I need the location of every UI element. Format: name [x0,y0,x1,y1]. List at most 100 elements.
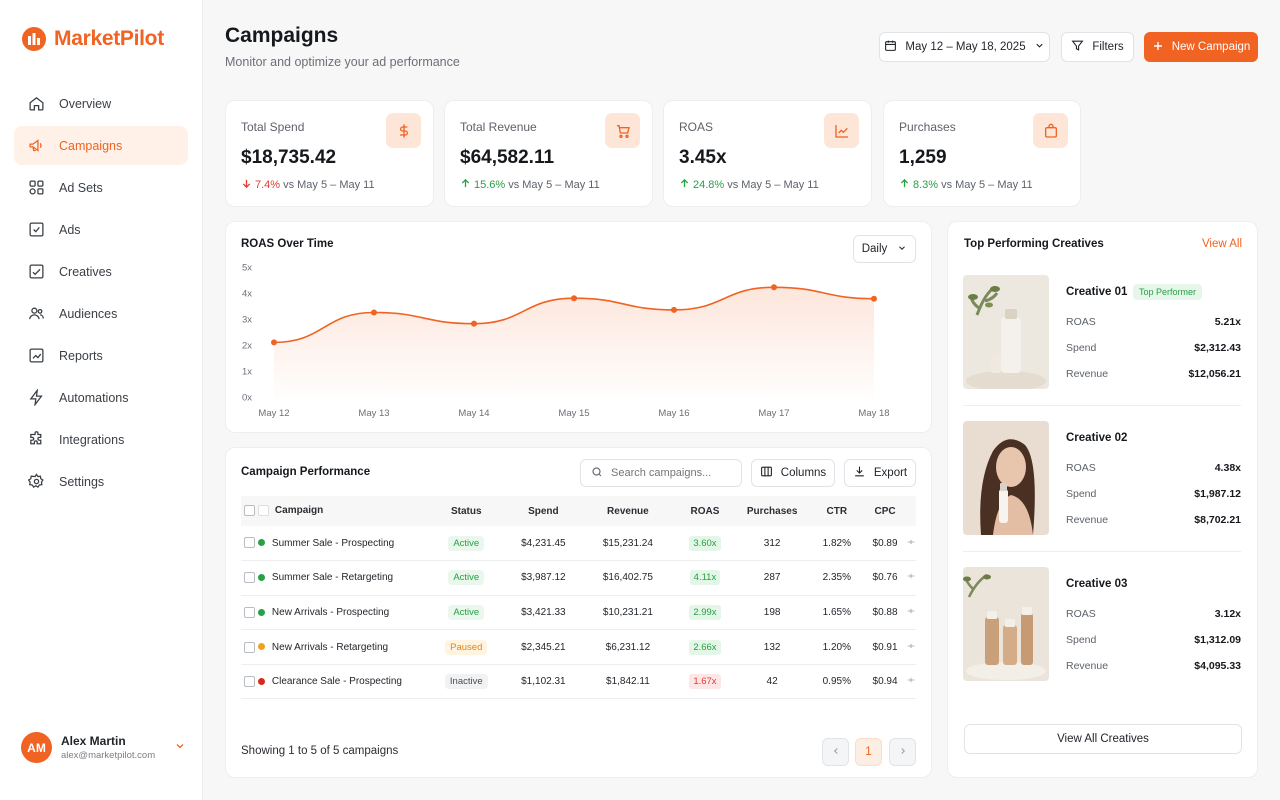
sidebar-item-ads[interactable]: Ads [14,210,188,249]
users-icon [27,305,45,323]
sidebar-item-label: Ads [59,222,81,237]
kpi-change: 8.3% vs May 5 – May 11 [899,178,1033,192]
filters-button[interactable]: Filters [1061,32,1134,62]
purchases-cell: 198 [734,595,810,631]
campaign-name[interactable]: Summer Sale - Retargeting [272,572,393,583]
cpc-cell: $0.76 [864,560,906,596]
table-row[interactable]: Clearance Sale - Prospecting Inactive $1… [241,664,916,700]
status-dot [257,608,265,616]
sidebar-item-reports[interactable]: Reports [14,336,188,375]
column-header-cpc[interactable]: CPC [864,496,906,526]
view-all-creatives-button[interactable]: View All Creatives [964,724,1242,754]
sidebar-item-creatives[interactable]: Creatives [14,252,188,291]
row-menu-icon[interactable] [906,573,916,584]
row-menu-icon[interactable] [906,643,916,654]
bag-icon [1033,113,1068,148]
creative-item[interactable]: Creative 02 ROAS 4.38x Spend $1,987.12 Rev… [963,421,1241,567]
prev-page-button[interactable] [822,738,849,766]
sidebar-item-ad-sets[interactable]: Ad Sets [14,168,188,207]
campaign-name[interactable]: Clearance Sale - Prospecting [272,676,402,687]
kpi-label: ROAS [679,120,714,134]
row-menu-icon[interactable] [906,608,916,619]
view-all-link[interactable]: View All [1202,238,1242,250]
search-input[interactable] [611,467,731,479]
x-tick-label: May 12 [258,408,289,419]
sidebar-item-overview[interactable]: Overview [14,84,188,123]
home-icon [27,95,45,113]
trend-icon [824,113,859,148]
spend-cell: $3,987.12 [506,560,581,596]
table-row[interactable]: Summer Sale - Prospecting Active $4,231.… [241,526,916,562]
data-point[interactable] [371,309,377,316]
cpc-cell: $0.89 [864,526,906,562]
sidebar-item-campaigns[interactable]: Campaigns [14,126,188,165]
row-menu-icon[interactable] [906,539,916,550]
row-checkbox[interactable] [243,641,255,653]
creative-name: Creative 02 [1066,432,1128,444]
roas-badge: 2.66x [689,639,721,655]
chevron-down-icon[interactable] [174,739,186,757]
row-checkbox[interactable] [243,572,255,584]
roas-badge: 2.99x [689,604,721,620]
sidebar-item-automations[interactable]: Automations [14,378,188,417]
sidebar-item-settings[interactable]: Settings [14,462,188,501]
campaign-name[interactable]: New Arrivals - Prospecting [272,607,389,618]
column-header-status[interactable]: Status [426,496,507,526]
status-badge: Inactive [444,674,488,690]
new-campaign-button[interactable]: New Campaign [1144,32,1258,62]
column-header-spend[interactable]: Spend [506,496,581,526]
row-checkbox[interactable] [243,606,255,618]
ctr-cell: 1.20% [809,629,865,665]
sidebar-item-integrations[interactable]: Integrations [14,420,188,459]
search-box[interactable] [580,459,742,487]
column-header-ctr[interactable]: CTR [809,496,865,526]
creative-metric-revenue: Revenue $4,095.33 [1066,660,1241,672]
campaign-performance-card: Campaign Performance Columns Export Camp… [225,447,932,778]
table-row[interactable]: New Arrivals - Retargeting Paused $2,345… [241,629,916,665]
data-point[interactable] [471,320,477,327]
y-tick-label: 2x [242,341,252,352]
column-header-purchases[interactable]: Purchases [734,496,810,526]
creative-thumbnail[interactable] [963,567,1049,681]
row-checkbox[interactable] [243,537,255,549]
column-checkbox[interactable] [257,505,269,517]
data-point[interactable] [571,295,577,302]
columns-button[interactable]: Columns [751,459,835,487]
sidebar-item-audiences[interactable]: Audiences [14,294,188,333]
campaign-name[interactable]: New Arrivals - Retargeting [272,642,388,653]
row-menu-icon[interactable] [906,677,916,688]
column-header-revenue[interactable]: Revenue [580,496,676,526]
creative-thumbnail[interactable] [963,421,1049,535]
next-page-button[interactable] [889,738,916,766]
data-point[interactable] [671,306,677,313]
page-1-button[interactable]: 1 [855,738,882,766]
user-profile[interactable]: AM Alex Martin alex@marketpilot.com [21,732,186,763]
download-icon [853,465,866,481]
column-header-campaign[interactable]: Campaign [257,496,427,526]
purchases-cell: 42 [734,664,810,700]
creatives-title: Top Performing Creatives [964,238,1104,250]
column-header-roas[interactable]: ROAS [675,496,735,526]
chevron-left-icon [831,746,841,759]
data-point[interactable] [271,339,277,346]
campaign-name[interactable]: Summer Sale - Prospecting [272,538,394,549]
data-point[interactable] [871,295,877,302]
logo[interactable]: MarketPilot [21,26,164,52]
table-row[interactable]: New Arrivals - Prospecting Active $3,421… [241,595,916,631]
sidebar-item-label: Automations [59,390,129,405]
data-point[interactable] [771,284,777,291]
spend-cell: $3,421.33 [506,595,581,631]
creative-item[interactable]: Creative 01 Top Performer ROAS 5.21x Spen… [963,275,1241,421]
status-badge: Active [448,604,485,620]
date-range-picker[interactable]: May 12 – May 18, 2025 [879,32,1050,62]
creative-item[interactable]: Creative 03 ROAS 3.12x Spend $1,312.09 Rev… [963,567,1241,713]
ctr-cell: 2.35% [809,560,865,596]
select-all-checkbox[interactable] [243,505,255,517]
app-name: MarketPilot [54,27,164,50]
table-row[interactable]: Summer Sale - Retargeting Active $3,987.… [241,560,916,596]
x-tick-label: May 16 [658,408,689,419]
export-button[interactable]: Export [844,459,916,487]
x-tick-label: May 14 [458,408,489,419]
creative-thumbnail[interactable] [963,275,1049,389]
row-checkbox[interactable] [243,676,255,688]
